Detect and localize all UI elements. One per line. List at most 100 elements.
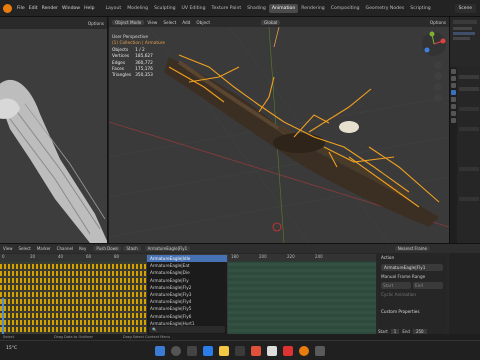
- stash-button[interactable]: Stash: [123, 246, 141, 251]
- menu-file[interactable]: File: [15, 6, 27, 11]
- tab-geometry-nodes[interactable]: Geometry Nodes: [363, 4, 408, 13]
- keyframe-row[interactable]: [0, 327, 146, 332]
- scene-selector[interactable]: Scene: [454, 4, 476, 13]
- channel-menu[interactable]: Channel: [54, 246, 76, 251]
- keyframe-row[interactable]: [0, 320, 146, 325]
- tab-sculpting[interactable]: Sculpting: [151, 4, 178, 13]
- action-item[interactable]: ArmatureEagle|Fly: [147, 277, 227, 284]
- snap-mode-dropdown[interactable]: Nearest Frame: [394, 246, 430, 251]
- action-item[interactable]: ArmatureEagle|Fly5: [147, 305, 227, 312]
- task-view-icon[interactable]: [187, 345, 197, 356]
- object-tab-icon[interactable]: [451, 90, 456, 95]
- cyclic-animation-checkbox[interactable]: Cyclic Animation: [381, 292, 443, 297]
- outliner-row[interactable]: [453, 27, 473, 30]
- edge-browser-icon[interactable]: [203, 345, 213, 356]
- push-down-button[interactable]: Push Down: [93, 246, 122, 251]
- add-menu[interactable]: Add: [179, 20, 193, 25]
- keyframe-row[interactable]: [0, 306, 146, 311]
- start-menu-icon[interactable]: [155, 345, 165, 356]
- keyframe-row[interactable]: [0, 271, 146, 276]
- view-menu[interactable]: View: [144, 20, 160, 25]
- app-icon[interactable]: [315, 345, 325, 356]
- action-item[interactable]: ArmatureEagle|Fly4: [147, 298, 227, 305]
- properties-panel[interactable]: [449, 67, 480, 243]
- menu-help[interactable]: Help: [82, 6, 96, 11]
- prop-field[interactable]: [459, 167, 479, 171]
- tab-shading[interactable]: Shading: [244, 4, 269, 13]
- main-3d-viewport[interactable]: Object Mode View Select Add Object Globa…: [109, 17, 449, 243]
- prop-field[interactable]: [459, 197, 479, 201]
- modifier-tab-icon[interactable]: [451, 97, 456, 102]
- perspective-toggle-icon[interactable]: [434, 94, 442, 102]
- action-item[interactable]: ArmatureEagle|Idle: [147, 255, 227, 263]
- prop-field[interactable]: [459, 87, 479, 91]
- action-item[interactable]: ArmatureEagle|Fly6: [147, 313, 227, 320]
- orientation-dropdown[interactable]: Global: [261, 19, 281, 25]
- output-tab-icon[interactable]: [451, 83, 456, 88]
- select-menu[interactable]: Select: [16, 246, 34, 251]
- viewport-options-button[interactable]: Options: [427, 20, 449, 25]
- tab-compositing[interactable]: Compositing: [328, 4, 363, 13]
- zoom-icon[interactable]: [434, 61, 442, 69]
- tab-scripting[interactable]: Scripting: [407, 4, 433, 13]
- navigation-gizmo[interactable]: [421, 31, 447, 57]
- action-section-header[interactable]: Action: [377, 253, 447, 262]
- prop-field[interactable]: [459, 75, 479, 79]
- action-search-input[interactable]: 🔍: [149, 326, 225, 333]
- keyframe-row[interactable]: [0, 285, 146, 290]
- object-mode-dropdown[interactable]: Object Mode: [112, 19, 145, 25]
- app-icon[interactable]: [283, 345, 293, 356]
- tab-texture-paint[interactable]: Texture Paint: [209, 4, 245, 13]
- action-item[interactable]: ArmatureEagle|Eat: [147, 262, 227, 269]
- app-icon[interactable]: [251, 345, 261, 356]
- select-menu[interactable]: Select: [160, 20, 179, 25]
- app-icon[interactable]: [267, 345, 277, 356]
- key-menu[interactable]: Key: [76, 246, 89, 251]
- keyframe-row[interactable]: [0, 313, 146, 318]
- file-explorer-icon[interactable]: [219, 345, 229, 356]
- blender-logo-icon[interactable]: [3, 3, 12, 13]
- data-tab-icon[interactable]: [451, 118, 456, 123]
- outliner-row[interactable]: [453, 32, 475, 35]
- search-icon[interactable]: [171, 345, 181, 356]
- tab-uv-editing[interactable]: UV Editing: [179, 4, 209, 13]
- app-icon[interactable]: [235, 345, 245, 356]
- physics-tab-icon[interactable]: [451, 104, 456, 109]
- render-tab-icon[interactable]: [451, 76, 456, 81]
- action-name-field[interactable]: ArmatureEagle|Fly1: [381, 264, 443, 271]
- action-item[interactable]: ArmatureEagle|Fly2: [147, 284, 227, 291]
- action-selector[interactable]: ArmatureEagle|Fly1: [144, 246, 191, 251]
- outliner-row[interactable]: [453, 37, 470, 40]
- constraint-tab-icon[interactable]: [451, 111, 456, 116]
- outliner-panel[interactable]: [449, 17, 480, 67]
- menu-window[interactable]: Window: [60, 6, 82, 11]
- action-item[interactable]: ArmatureEagle|Fly3: [147, 291, 227, 298]
- prop-field[interactable]: [459, 107, 479, 111]
- menu-render[interactable]: Render: [40, 6, 60, 11]
- manual-frame-range-checkbox[interactable]: Manual Frame Range: [381, 274, 443, 279]
- tab-layout[interactable]: Layout: [103, 4, 125, 13]
- tab-rendering[interactable]: Rendering: [298, 4, 327, 13]
- action-item[interactable]: ArmatureEagle|Die: [147, 269, 227, 276]
- keyframe-row[interactable]: [0, 292, 146, 297]
- keyframe-row[interactable]: [0, 264, 146, 269]
- marker-menu[interactable]: Marker: [34, 246, 54, 251]
- start-frame-field[interactable]: Start: [381, 282, 411, 289]
- blender-taskbar-icon[interactable]: [299, 345, 309, 356]
- object-menu[interactable]: Object: [193, 20, 213, 25]
- keyframe-row[interactable]: [0, 278, 146, 283]
- menu-edit[interactable]: Edit: [27, 6, 40, 11]
- pan-icon[interactable]: [434, 72, 442, 80]
- tab-modeling[interactable]: Modeling: [124, 4, 151, 13]
- action-sidebar[interactable]: Action ArmatureEagle|Fly1 Manual Frame R…: [377, 253, 447, 340]
- custom-properties-header[interactable]: Custom Properties: [377, 307, 447, 316]
- tab-animation[interactable]: Animation: [268, 3, 299, 13]
- keyframe-row[interactable]: [0, 299, 146, 304]
- camera-viewport[interactable]: Options: [0, 17, 108, 243]
- camera-options-button[interactable]: Options: [88, 21, 104, 26]
- view-menu[interactable]: View: [0, 246, 16, 251]
- tool-tab-icon[interactable]: [451, 69, 456, 74]
- camera-view-icon[interactable]: [434, 83, 442, 91]
- prop-field[interactable]: [459, 127, 479, 131]
- weather-widget[interactable]: 15°C: [6, 346, 17, 351]
